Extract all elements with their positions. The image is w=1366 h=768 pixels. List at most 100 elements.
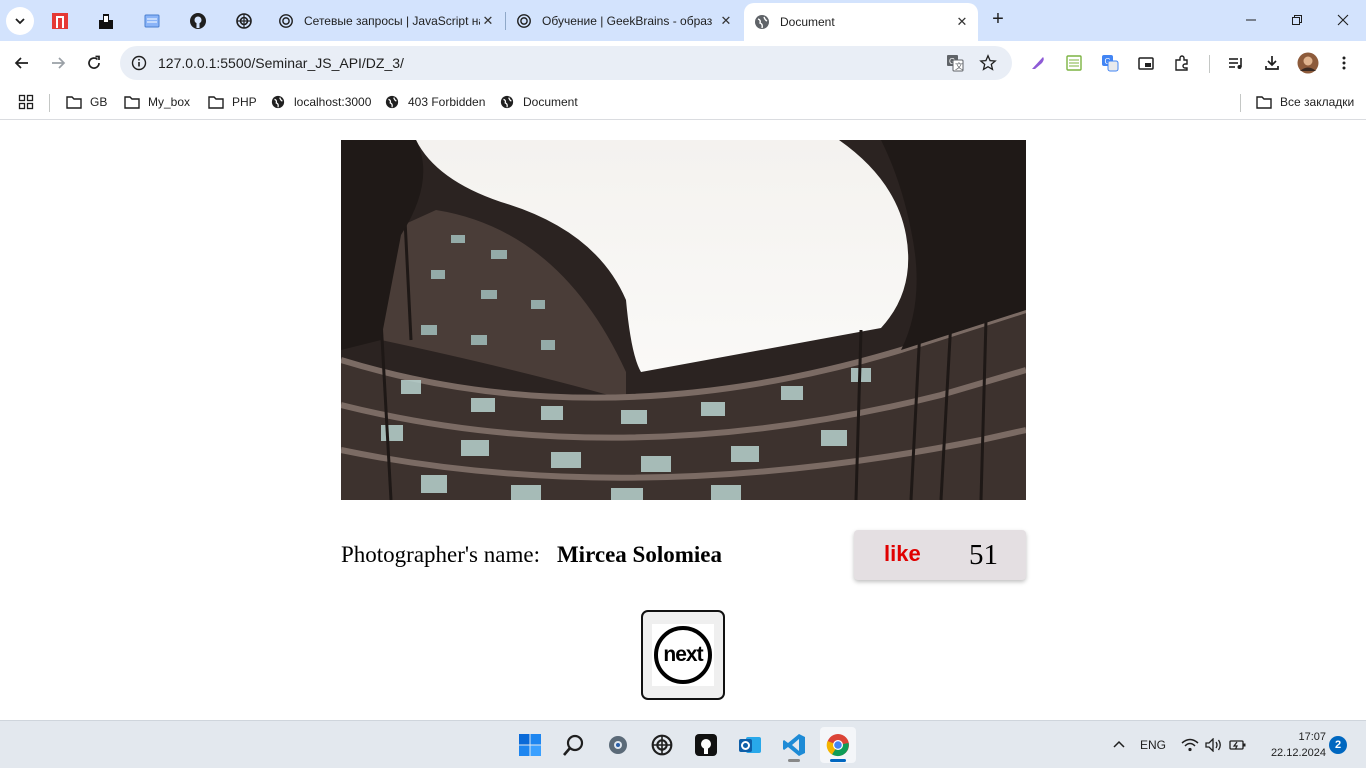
close-icon[interactable]: ✕ [718, 13, 734, 29]
minimize-icon [1246, 19, 1256, 21]
new-tab-button[interactable]: + [986, 8, 1010, 32]
github-icon [190, 13, 206, 29]
notification-badge[interactable]: 2 [1329, 736, 1347, 754]
tab-network-requests[interactable]: Сетевые запросы | JavaScript на ✕ [268, 6, 504, 35]
bookmark-label: localhost:3000 [294, 95, 372, 109]
chevron-down-icon [15, 18, 25, 25]
clock-time: 17:07 [1298, 731, 1326, 743]
url-text[interactable]: 127.0.0.1:5500/Seminar_JS_API/DZ_3/ [158, 55, 404, 71]
wifi-icon[interactable] [1180, 735, 1200, 755]
tray-overflow-button[interactable] [1110, 735, 1128, 755]
clock[interactable]: 17:07 22.12.2024 [1254, 729, 1326, 761]
pinned-tab-2[interactable] [93, 8, 119, 34]
bookmark-folder-my-box[interactable]: My_box [124, 92, 190, 112]
globe-icon [499, 94, 515, 110]
folder-icon [66, 94, 82, 110]
taskbar-github[interactable] [688, 727, 724, 763]
tab-geekbrains[interactable]: Обучение | GeekBrains - образ ✕ [506, 6, 742, 35]
bookmark-label: My_box [148, 95, 191, 109]
arrow-left-icon [14, 57, 28, 69]
tab-title: Обучение | GeekBrains - образ [542, 13, 713, 28]
tab-search-button[interactable] [6, 7, 34, 35]
back-button[interactable] [8, 49, 36, 77]
download-icon [1265, 56, 1279, 70]
bookmark-folder-php[interactable]: PHP [208, 92, 257, 112]
restore-icon [1292, 15, 1302, 25]
like-count: 51 [969, 539, 998, 571]
taskbar-vscode[interactable] [776, 727, 812, 763]
spreadsheet-icon [1066, 55, 1082, 71]
taskbar-chrome[interactable] [820, 727, 856, 763]
address-bar[interactable]: 127.0.0.1:5500/Seminar_JS_API/DZ_3/ G文 [120, 46, 1012, 80]
search-button[interactable] [556, 727, 592, 763]
app-red-icon [52, 13, 68, 29]
bookmark-document[interactable]: Document [499, 92, 578, 112]
downloads-button[interactable] [1258, 49, 1286, 77]
apps-button[interactable] [18, 92, 34, 112]
bookmarks-separator [1240, 94, 1241, 112]
browser-toolbar: 127.0.0.1:5500/Seminar_JS_API/DZ_3/ G文 G [0, 41, 1366, 85]
start-button[interactable] [512, 727, 548, 763]
profile-button[interactable] [1294, 49, 1322, 77]
close-icon[interactable]: ✕ [480, 13, 496, 29]
restore-button[interactable] [1274, 6, 1320, 34]
taskbar-chatgpt[interactable] [644, 727, 680, 763]
folder-icon [208, 94, 224, 110]
folder-icon [124, 94, 140, 110]
extension-translate-button[interactable]: G [1096, 49, 1124, 77]
reload-button[interactable] [80, 49, 108, 77]
globe-icon [754, 14, 770, 30]
openai-icon [516, 13, 532, 29]
extension-sheet-button[interactable] [1060, 49, 1088, 77]
chrome-icon [826, 734, 849, 757]
browser-menu-button[interactable] [1330, 49, 1358, 77]
google-translate-icon: G [1102, 55, 1119, 72]
pinned-tab-3[interactable] [139, 8, 165, 34]
bookmark-label: PHP [232, 95, 257, 109]
pinned-tab-github[interactable] [185, 8, 211, 34]
minimize-button[interactable] [1228, 6, 1274, 34]
extensions-button[interactable] [1168, 49, 1196, 77]
avatar [1297, 52, 1319, 74]
openai-icon [651, 734, 673, 756]
close-window-button[interactable] [1320, 6, 1366, 34]
svg-text:文: 文 [955, 61, 963, 71]
translate-icon[interactable]: G文 [946, 54, 964, 72]
openai-icon [278, 13, 294, 29]
taskbar-settings[interactable] [600, 727, 636, 763]
pinned-tab-openai[interactable] [231, 8, 257, 34]
forward-button[interactable] [44, 49, 72, 77]
like-button[interactable]: like [884, 541, 921, 567]
volume-icon[interactable] [1204, 735, 1224, 755]
next-icon: next [652, 624, 714, 686]
star-icon[interactable] [979, 54, 997, 72]
github-icon [695, 734, 717, 756]
photographer-name: Mircea Solomiea [556, 542, 722, 567]
extension-pen-button[interactable] [1024, 49, 1052, 77]
battery-icon[interactable] [1228, 735, 1248, 755]
all-bookmarks-button[interactable]: Все закладки [1256, 92, 1354, 112]
tab-strip: Сетевые запросы | JavaScript на ✕ Обучен… [0, 0, 1366, 41]
close-icon[interactable]: ✕ [954, 14, 970, 30]
picture-in-picture-icon [1138, 57, 1154, 70]
search-icon [563, 734, 584, 756]
site-info-icon[interactable] [130, 54, 148, 72]
next-label: next [663, 643, 703, 666]
all-bookmarks-label: Все закладки [1280, 95, 1355, 109]
reload-icon [88, 55, 100, 69]
next-button[interactable]: next [641, 610, 725, 700]
taskbar-outlook[interactable] [732, 727, 768, 763]
picture-in-picture-button[interactable] [1132, 49, 1160, 77]
bookmark-localhost[interactable]: localhost:3000 [270, 92, 371, 112]
pinned-tab-1[interactable] [47, 8, 73, 34]
tab-document-active[interactable]: Document ✕ [744, 3, 978, 41]
media-button[interactable] [1222, 49, 1250, 77]
language-indicator[interactable]: ENG [1138, 735, 1168, 755]
photographer-label: Photographer's name: [341, 542, 540, 567]
app-black-icon [99, 14, 113, 29]
bookmark-folder-gb[interactable]: GB [66, 92, 107, 112]
bookmark-403-forbidden[interactable]: 403 Forbidden [384, 92, 485, 112]
bookmark-label: GB [90, 95, 108, 109]
document-blue-icon [144, 14, 160, 28]
music-queue-icon [1229, 58, 1242, 69]
